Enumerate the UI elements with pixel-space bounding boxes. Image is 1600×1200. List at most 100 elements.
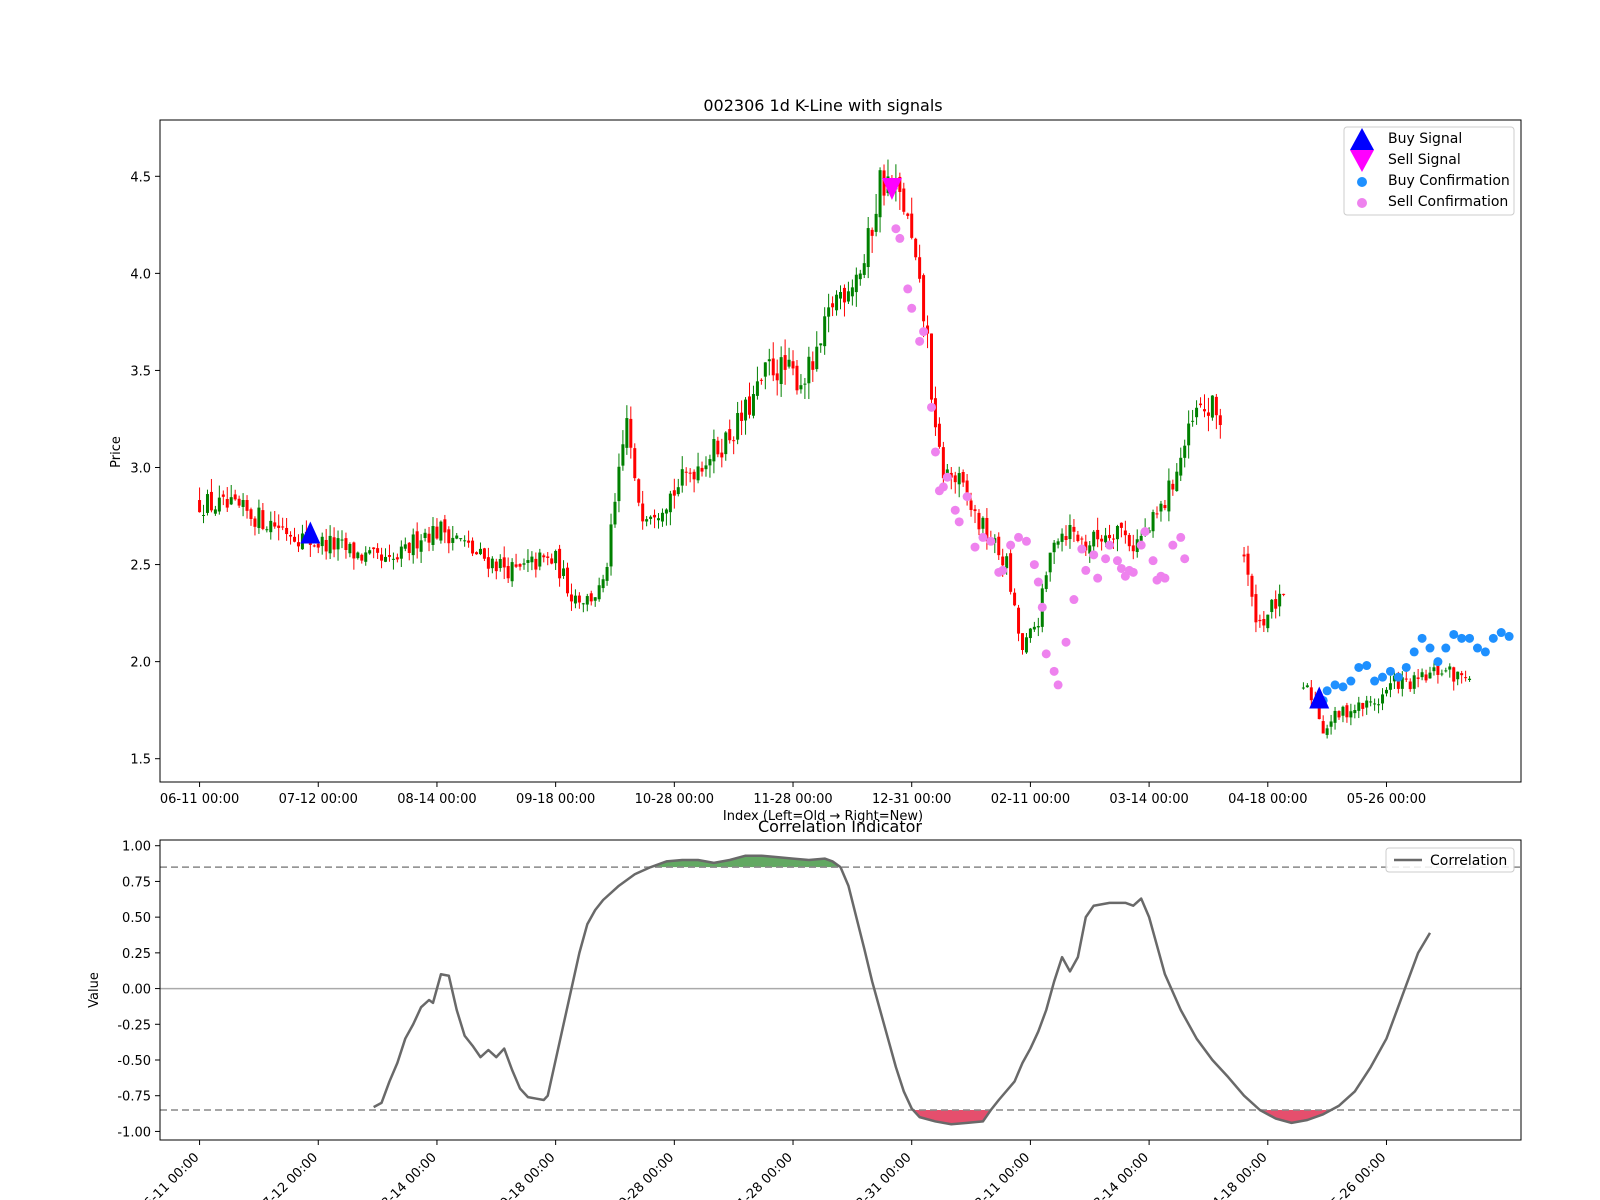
candle-body (811, 361, 815, 370)
candle-body (1301, 687, 1305, 689)
legend-buy-confirmation-label: Buy Confirmation (1388, 173, 1510, 189)
candle-body (273, 522, 277, 527)
candle-body (261, 510, 265, 529)
candle-body (961, 471, 965, 483)
candle-body (1060, 533, 1064, 542)
candle-body (562, 568, 566, 576)
candle-body (625, 418, 629, 448)
sell-confirmation-point (1112, 556, 1122, 566)
candle-body (1104, 535, 1108, 543)
candle-body (312, 545, 316, 547)
candle-body (202, 514, 206, 516)
correlation-y-tick-label: 1.00 (122, 840, 151, 855)
candle-body (293, 536, 297, 542)
buy-confirmation-point (1362, 661, 1372, 671)
candle-body (427, 533, 431, 543)
sell-confirmation-point (1128, 567, 1138, 577)
candle-body (732, 440, 736, 442)
sell-confirmation-point (942, 472, 952, 482)
candle-body (846, 291, 850, 302)
candle-body (1191, 420, 1195, 422)
correlation-x-tick-label: 02-11 00:00 (967, 1150, 1034, 1200)
correlation-x-tick-label: 12-31 00:00 (848, 1150, 915, 1200)
buy-confirmation-point (1378, 672, 1388, 682)
candle-body (660, 512, 664, 522)
candle-body (348, 543, 352, 554)
sell-confirmation-point (919, 327, 929, 337)
sell-confirmation-point (1069, 595, 1079, 605)
candle-body (498, 559, 502, 569)
candle-body (526, 560, 530, 563)
candle-body (1155, 513, 1159, 515)
candle-body (641, 503, 645, 522)
candle-body (1183, 445, 1187, 458)
candle-body (870, 229, 874, 236)
kline-x-tick-label: 09-18 00:00 (516, 792, 595, 807)
buy-confirmation-point (1441, 643, 1451, 653)
candle-body (795, 365, 799, 391)
candle-body (1076, 534, 1080, 541)
candle-body (704, 465, 708, 470)
candle-body (384, 556, 388, 562)
correlation-x-tick-label: 05-26 00:00 (1323, 1150, 1390, 1200)
candle-body (1250, 575, 1254, 597)
correlation-y-tick-label: -1.00 (117, 1125, 151, 1140)
candle-body (977, 512, 981, 530)
candle-body (1009, 553, 1013, 592)
candle-body (328, 535, 332, 554)
candle-body (209, 491, 213, 511)
candle-body (1258, 619, 1262, 622)
sell-confirmation-point (950, 505, 960, 515)
candle-body (514, 564, 518, 567)
candle-body (538, 552, 542, 567)
buy-confirmation-point (1504, 631, 1514, 641)
candle-body (692, 471, 696, 480)
candle-body (1305, 685, 1309, 688)
candle-body (324, 539, 328, 552)
candle-body (854, 274, 858, 293)
candle-body (589, 593, 593, 602)
candle-body (1341, 706, 1345, 716)
correlation-x-tick-label: 10-28 00:00 (610, 1150, 677, 1200)
candle-body (1444, 670, 1448, 672)
candle-body (1412, 675, 1416, 689)
sell-confirmation-point (907, 303, 917, 313)
candle-body (380, 554, 384, 561)
candle-body (506, 566, 510, 579)
candle-body (1282, 593, 1286, 595)
candle-body (712, 439, 716, 462)
candle-body (585, 596, 589, 605)
candle-body (609, 524, 613, 567)
candle-body (257, 507, 261, 528)
kline-y-tick-label: 4.0 (130, 267, 151, 282)
candle-body (1309, 687, 1313, 701)
candle-body (1127, 535, 1131, 547)
sell-confirmation-point (1041, 649, 1051, 659)
kline-y-tick-label: 4.5 (130, 170, 151, 185)
buy-confirmation-point (1346, 676, 1356, 686)
kline-x-tick-label: 07-12 00:00 (279, 792, 358, 807)
candle-body (1028, 628, 1032, 639)
sell-confirmation-point (938, 482, 948, 492)
candle-body (1080, 538, 1084, 540)
candle-body (459, 538, 463, 540)
kline-y-axis-label: Price (109, 436, 124, 468)
candle-body (1361, 702, 1365, 709)
candle-body (1357, 702, 1361, 711)
sell-confirmation-point (930, 447, 940, 457)
candle-body (601, 579, 605, 589)
candle-body (593, 597, 597, 601)
candle-body (621, 444, 625, 466)
candle-body (221, 494, 225, 497)
correlation-x-tick-label: 06-11 00:00 (136, 1150, 203, 1200)
candle-body (1036, 626, 1040, 628)
candle-body (676, 487, 680, 495)
candle-body (799, 385, 803, 390)
sell-confirmation-point (978, 532, 988, 542)
buy-confirmation-point (1338, 682, 1348, 692)
sell-confirmation-point (970, 542, 980, 552)
candle-body (1123, 530, 1127, 536)
candle-body (728, 429, 732, 441)
candle-body (542, 555, 546, 558)
candle-body (364, 552, 368, 562)
